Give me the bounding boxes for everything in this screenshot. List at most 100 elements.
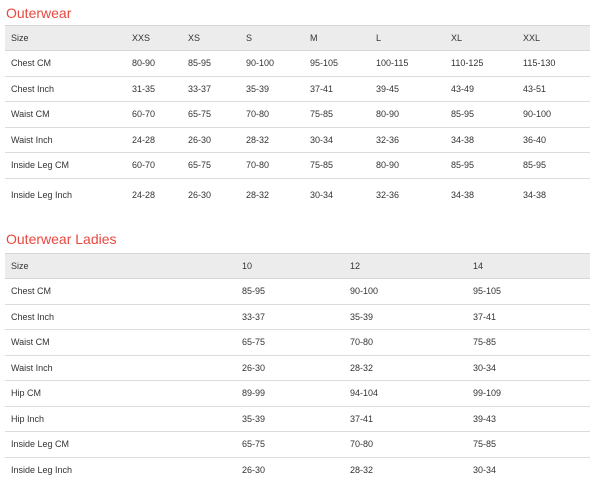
table-cell: 65-75 — [188, 109, 212, 120]
table-cell: 24-28 — [132, 190, 156, 201]
table-cell: 43-49 — [451, 83, 475, 94]
header-cell: S — [246, 33, 253, 43]
row-label: Inside Leg CM — [11, 160, 70, 171]
row-label: Waist CM — [11, 337, 50, 348]
header-cell: 10 — [242, 261, 253, 271]
row-label: Inside Leg CM — [11, 439, 70, 450]
table-cell: 95-105 — [473, 286, 502, 297]
table-cell: 35-39 — [246, 83, 270, 94]
outerwear-size-table: Size XXS XS S M L XL XXL Chest CM 80-90 … — [5, 25, 590, 212]
table-cell: 37-41 — [310, 83, 334, 94]
table-cell: 28-32 — [350, 362, 374, 373]
table-cell: 36-40 — [523, 134, 547, 145]
table-cell: 28-32 — [350, 465, 374, 475]
table-cell: 37-41 — [350, 413, 374, 424]
table-cell: 85-95 — [451, 160, 475, 171]
row-label: Waist CM — [11, 109, 50, 120]
row-label: Chest Inch — [11, 83, 55, 94]
table-cell: 37-41 — [473, 311, 497, 322]
table-cell: 35-39 — [242, 413, 266, 424]
table-cell: 70-80 — [350, 439, 374, 450]
table-cell: 30-34 — [473, 465, 497, 475]
header-cell: XXL — [523, 33, 541, 43]
header-cell: 12 — [350, 261, 361, 271]
table-cell: 32-36 — [376, 134, 400, 145]
table-header-row: Size XXS XS S M L XL XXL — [5, 25, 590, 51]
table-cell: 95-105 — [310, 58, 339, 69]
table-row: Waist CM 65-75 70-80 75-85 — [5, 330, 590, 355]
table-cell: 24-28 — [132, 134, 156, 145]
table-row: Hip Inch 35-39 37-41 39-43 — [5, 406, 590, 432]
table-row: Chest Inch 31-35 33-37 35-39 37-41 39-45… — [5, 76, 590, 102]
table-cell: 70-80 — [350, 337, 374, 348]
row-label: Inside Leg Inch — [11, 190, 73, 201]
table-cell: 70-80 — [246, 109, 270, 120]
header-cell: XL — [451, 33, 463, 43]
section-title-outerwear: Outerwear — [6, 5, 72, 21]
table-cell: 85-95 — [451, 109, 475, 120]
table-cell: 32-36 — [376, 190, 400, 201]
table-cell: 85-95 — [188, 58, 212, 69]
table-cell: 33-37 — [188, 83, 212, 94]
table-row: Chest CM 80-90 85-95 90-100 95-105 100-1… — [5, 51, 590, 76]
header-cell: L — [376, 33, 382, 43]
table-cell: 30-34 — [310, 134, 334, 145]
row-label: Chest Inch — [11, 311, 55, 322]
header-cell: Size — [11, 261, 29, 271]
header-cell: XXS — [132, 33, 151, 43]
section-title-outerwear-ladies: Outerwear Ladies — [6, 231, 117, 247]
table-cell: 33-37 — [242, 311, 266, 322]
row-label: Chest CM — [11, 286, 52, 297]
table-cell: 75-85 — [473, 439, 497, 450]
table-cell: 89-99 — [242, 388, 266, 399]
table-cell: 75-85 — [473, 337, 497, 348]
table-row: Waist Inch 24-28 26-30 28-32 30-34 32-36… — [5, 127, 590, 153]
table-cell: 39-45 — [376, 83, 400, 94]
table-cell: 110-125 — [451, 58, 484, 69]
table-cell: 26-30 — [188, 134, 212, 145]
table-cell: 90-100 — [246, 58, 275, 69]
table-cell: 75-85 — [310, 160, 334, 171]
row-label: Waist Inch — [11, 134, 53, 145]
outerwear-ladies-size-table: Size 10 12 14 Chest CM 85-95 90-100 95-1… — [5, 253, 590, 483]
table-row: Chest CM 85-95 90-100 95-105 — [5, 279, 590, 304]
row-label: Hip CM — [11, 388, 42, 399]
table-cell: 26-30 — [242, 465, 266, 475]
table-cell: 28-32 — [246, 190, 270, 201]
table-cell: 26-30 — [188, 190, 212, 201]
table-cell: 90-100 — [350, 286, 379, 297]
header-cell: M — [310, 33, 318, 43]
table-cell: 30-34 — [310, 190, 334, 201]
table-cell: 115-130 — [523, 58, 556, 69]
table-cell: 75-85 — [310, 109, 334, 120]
table-cell: 99-109 — [473, 388, 502, 399]
table-cell: 65-75 — [242, 337, 266, 348]
table-cell: 30-34 — [473, 362, 497, 373]
table-cell: 34-38 — [451, 190, 475, 201]
row-label: Inside Leg Inch — [11, 465, 73, 475]
table-cell: 80-90 — [376, 109, 400, 120]
table-cell: 28-32 — [246, 134, 270, 145]
table-cell: 34-38 — [523, 190, 547, 201]
table-cell: 80-90 — [376, 160, 400, 171]
header-cell: Size — [11, 33, 29, 43]
table-cell: 65-75 — [188, 160, 212, 171]
table-cell: 35-39 — [350, 311, 374, 322]
table-row: Inside Leg Inch 26-30 28-32 30-34 — [5, 457, 590, 483]
table-row: Chest Inch 33-37 35-39 37-41 — [5, 304, 590, 330]
header-cell: XS — [188, 33, 201, 43]
table-cell: 70-80 — [246, 160, 270, 171]
row-label: Waist Inch — [11, 362, 53, 373]
table-cell: 90-100 — [523, 109, 552, 120]
table-header-row: Size 10 12 14 — [5, 253, 590, 279]
table-cell: 60-70 — [132, 160, 156, 171]
table-cell: 65-75 — [242, 439, 266, 450]
row-label: Chest CM — [11, 58, 52, 69]
table-row: Inside Leg CM 65-75 70-80 75-85 — [5, 432, 590, 457]
table-cell: 100-115 — [376, 58, 409, 69]
table-cell: 80-90 — [132, 58, 156, 69]
table-row: Waist Inch 26-30 28-32 30-34 — [5, 355, 590, 381]
size-chart-page: Outerwear Size XXS XS S M L XL XXL Chest… — [0, 0, 600, 486]
table-cell: 34-38 — [451, 134, 475, 145]
table-cell: 43-51 — [523, 83, 547, 94]
